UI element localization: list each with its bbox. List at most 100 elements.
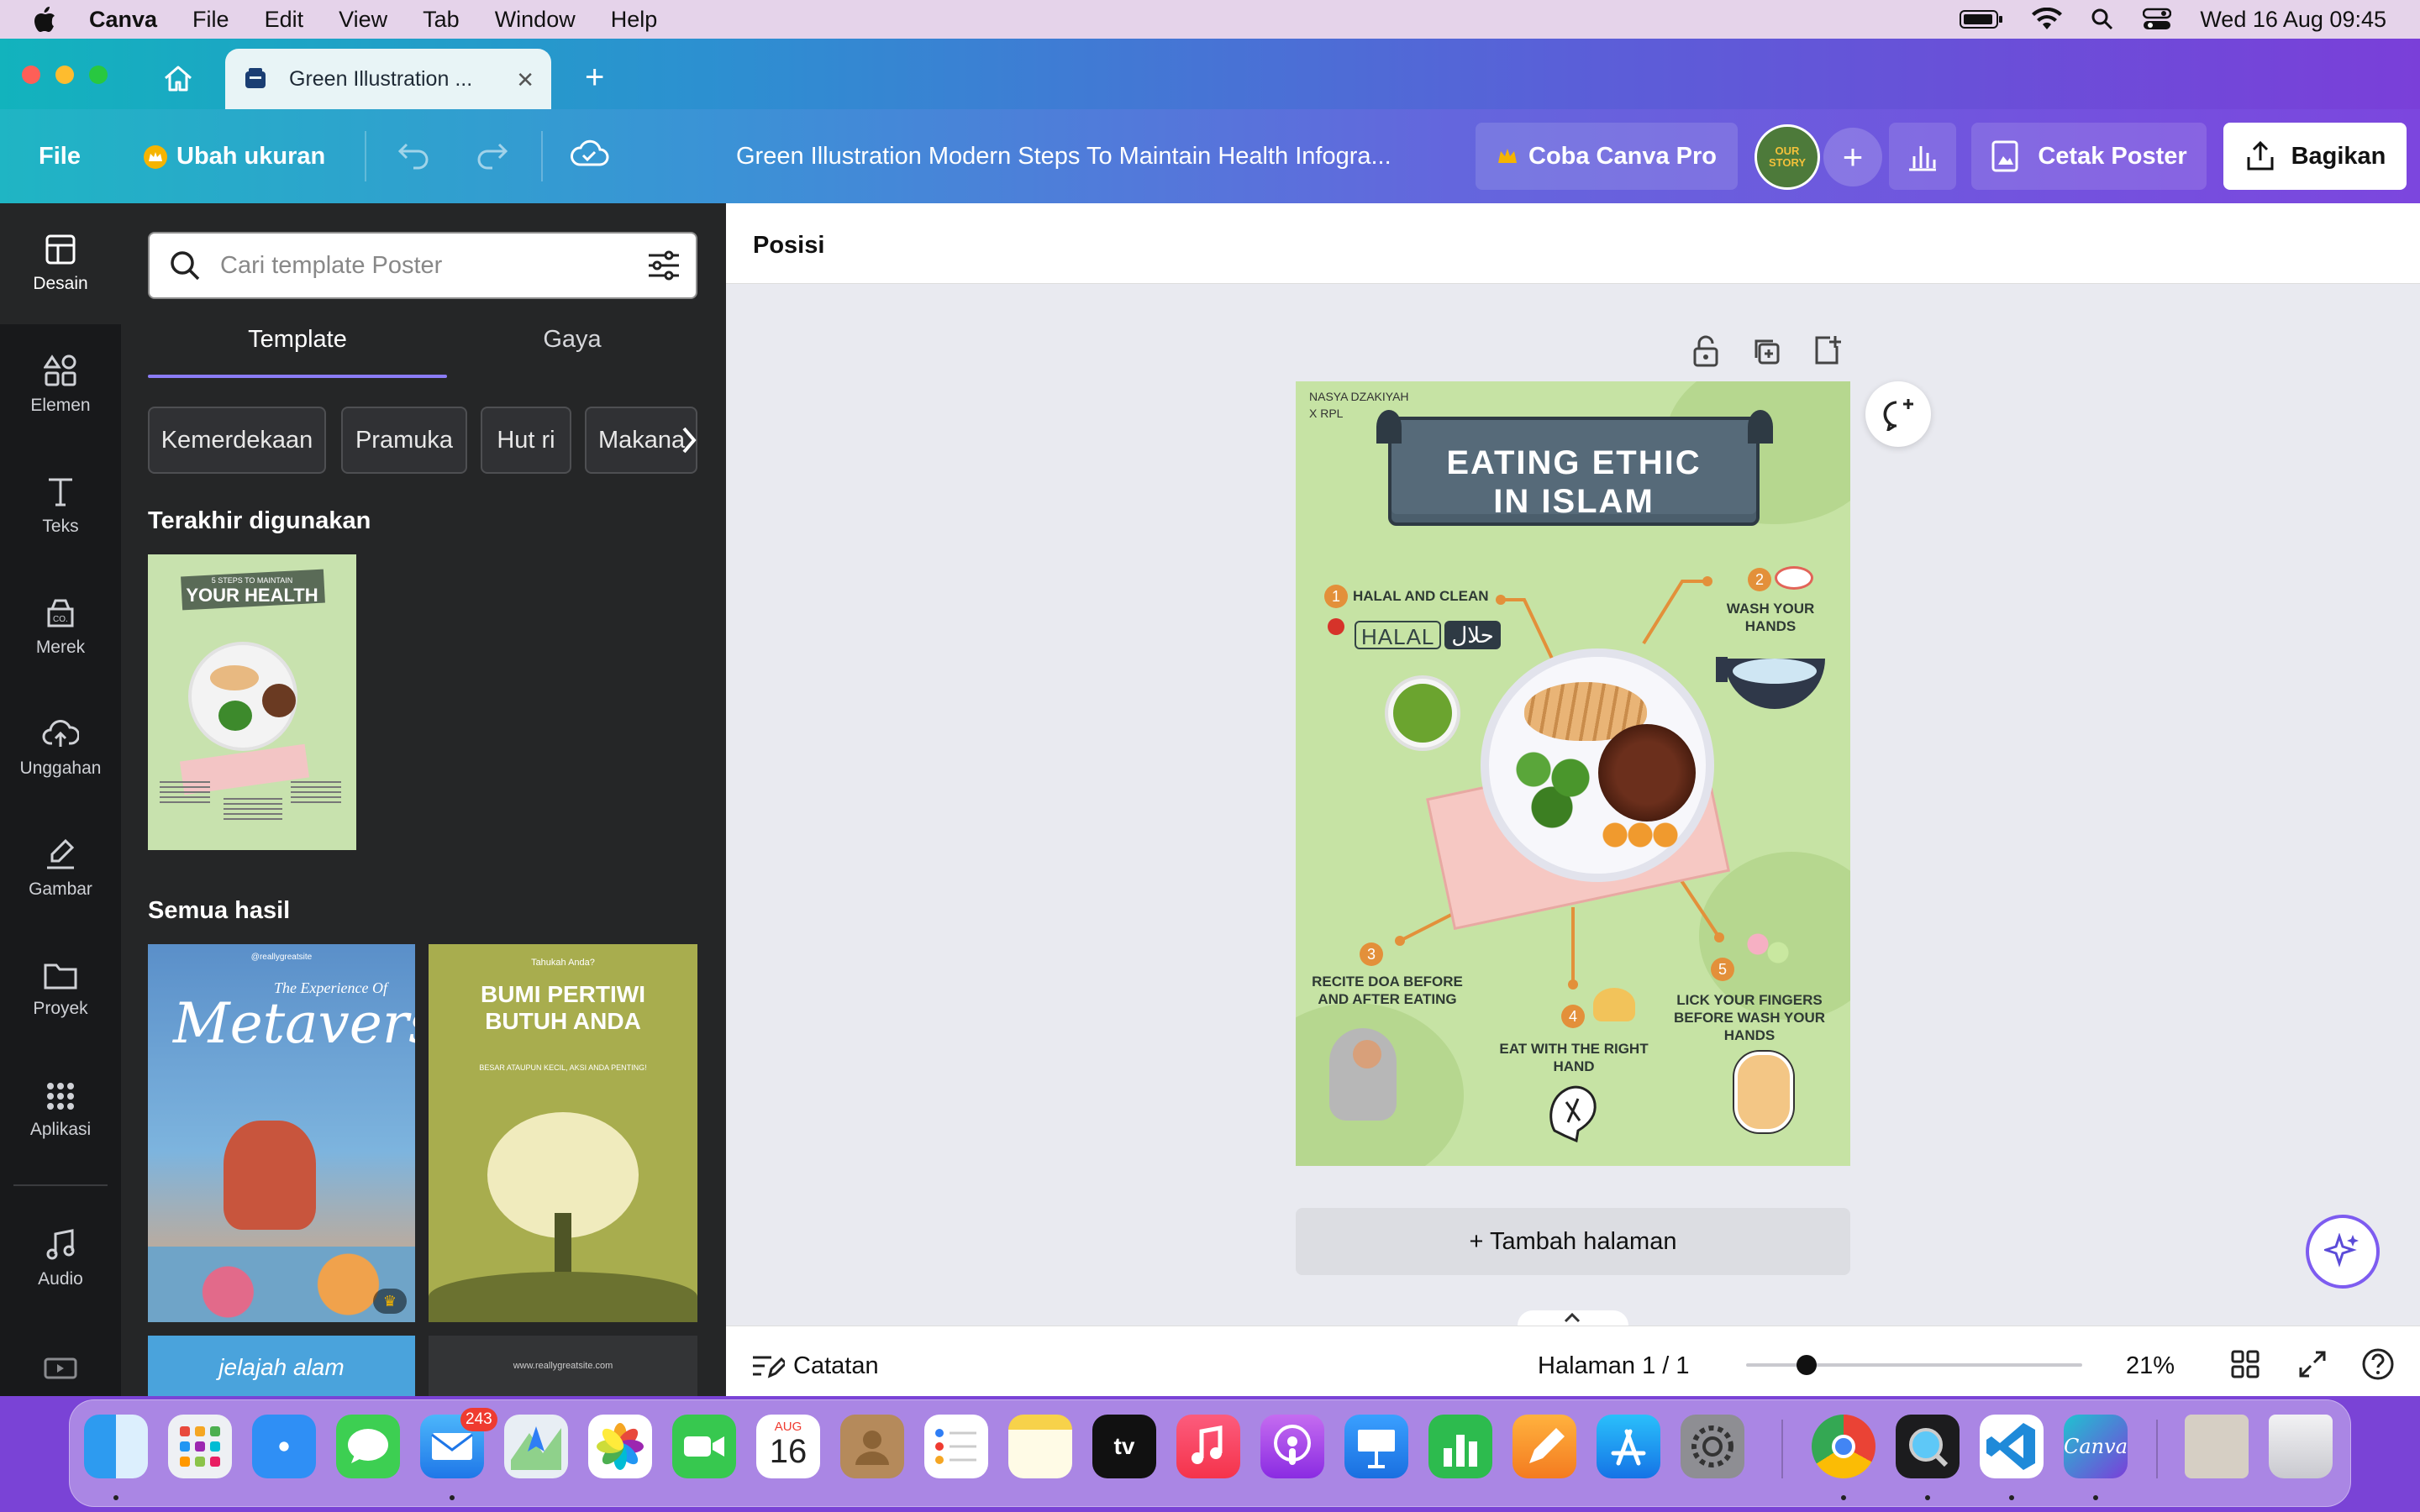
menu-view[interactable]: View: [339, 7, 387, 33]
apple-icon[interactable]: [32, 5, 57, 34]
menu-edit[interactable]: Edit: [265, 7, 304, 33]
reminders-icon[interactable]: [924, 1415, 988, 1478]
page-indicator[interactable]: Halaman 1 / 1: [1538, 1352, 1690, 1380]
chip-pramuka[interactable]: Pramuka: [341, 407, 467, 474]
lock-icon[interactable]: [1691, 334, 1721, 368]
keynote-icon[interactable]: [1344, 1415, 1408, 1478]
rail-apps[interactable]: Aplikasi: [0, 1050, 121, 1171]
share-button[interactable]: Bagikan: [2223, 123, 2407, 190]
chevron-right-icon[interactable]: [677, 423, 701, 457]
notes-icon[interactable]: [751, 1352, 785, 1379]
battery-icon[interactable]: [1960, 9, 2003, 29]
chip-kemerdekaan[interactable]: Kemerdekaan: [148, 407, 326, 474]
rail-text[interactable]: Teks: [0, 445, 121, 566]
grid-view-icon[interactable]: [2230, 1349, 2260, 1379]
notes-button[interactable]: Catatan: [793, 1352, 879, 1380]
template-search-input[interactable]: Cari template Poster: [148, 232, 697, 299]
insights-button[interactable]: [1889, 123, 1956, 190]
pages-icon[interactable]: [1512, 1415, 1576, 1478]
podcasts-icon[interactable]: [1260, 1415, 1324, 1478]
chip-hut-ri[interactable]: Hut ri: [481, 407, 571, 474]
finder-icon[interactable]: [84, 1415, 148, 1478]
launchpad-icon[interactable]: [168, 1415, 232, 1478]
messages-icon[interactable]: [336, 1415, 400, 1478]
add-page-button[interactable]: + Tambah halaman: [1296, 1208, 1850, 1275]
poster-halal-badge: HALAL حلال: [1355, 618, 1523, 652]
window-zoom-button[interactable]: [89, 66, 108, 84]
browser-tab-active[interactable]: Green Illustration ... ✕: [225, 49, 551, 109]
new-tab-button[interactable]: +: [585, 59, 604, 97]
tab-style[interactable]: Gaya: [447, 326, 697, 354]
calendar-icon[interactable]: AUG 16: [756, 1415, 820, 1478]
fullscreen-icon[interactable]: [2297, 1349, 2328, 1379]
menu-window[interactable]: Window: [495, 7, 576, 33]
spotlight-search-icon[interactable]: [2091, 8, 2114, 31]
rail-brand[interactable]: CO. Merek: [0, 566, 121, 687]
zoom-level[interactable]: 21%: [2124, 1352, 2176, 1380]
menu-file[interactable]: File: [192, 7, 229, 33]
app-store-icon[interactable]: [1597, 1415, 1660, 1478]
menu-app-name[interactable]: Canva: [89, 7, 157, 33]
add-comment-button[interactable]: [1865, 381, 1931, 447]
magic-assistant-button[interactable]: [2306, 1215, 2380, 1289]
cloud-saved-icon[interactable]: [568, 138, 610, 171]
rail-design[interactable]: Desain: [0, 203, 121, 324]
rail-projects[interactable]: Proyek: [0, 929, 121, 1050]
invite-member-button[interactable]: +: [1823, 128, 1882, 186]
facetime-icon[interactable]: [672, 1415, 736, 1478]
contacts-icon[interactable]: [840, 1415, 904, 1478]
window-minimize-button[interactable]: [55, 66, 74, 84]
notes-app-icon[interactable]: [1008, 1415, 1072, 1478]
add-page-icon[interactable]: [1812, 334, 1842, 366]
rail-audio[interactable]: Audio: [0, 1198, 121, 1319]
music-app-icon[interactable]: [1176, 1415, 1240, 1478]
tab-template[interactable]: Template: [148, 326, 447, 354]
zoom-slider-thumb[interactable]: [1797, 1355, 1817, 1375]
avatar[interactable]: OUR STORY: [1754, 124, 1820, 190]
duplicate-page-icon[interactable]: [1751, 336, 1781, 366]
step-number-badge: 5: [1711, 958, 1734, 981]
photos-icon[interactable]: [588, 1415, 652, 1478]
result-tagline: BESAR ATAUPUN KECIL, AKSI ANDA PENTING!: [479, 1063, 647, 1072]
menu-tab[interactable]: Tab: [423, 7, 460, 33]
filter-icon[interactable]: [647, 250, 681, 281]
menubar-clock[interactable]: Wed 16 Aug 09:45: [2200, 7, 2386, 33]
numbers-icon[interactable]: [1428, 1415, 1492, 1478]
resize-button[interactable]: Ubah ukuran: [143, 143, 325, 171]
window-close-button[interactable]: [22, 66, 40, 84]
template-result-metaverse[interactable]: @reallygreatsite The Experience Of Metav…: [148, 944, 415, 1322]
canva-app-icon[interactable]: Canva: [2064, 1415, 2128, 1478]
chevron-up-icon[interactable]: [1563, 1312, 1581, 1324]
wifi-icon[interactable]: [2032, 8, 2063, 31]
undo-icon[interactable]: [395, 138, 434, 171]
print-poster-button[interactable]: Cetak Poster: [1971, 123, 2207, 190]
quicktime-icon[interactable]: [1896, 1415, 1960, 1478]
try-canva-pro-button[interactable]: Coba Canva Pro: [1476, 123, 1738, 190]
rail-elements[interactable]: Elemen: [0, 324, 121, 445]
rail-uploads[interactable]: Unggahan: [0, 687, 121, 808]
recent-template-thumbnail[interactable]: 5 STEPS TO MAINTAIN YOUR HEALTH: [148, 554, 356, 850]
position-button[interactable]: Posisi: [753, 232, 824, 260]
template-result-bumi-pertiwi[interactable]: Tahukah Anda? BUMI PERTIWI BUTUH ANDA BE…: [429, 944, 697, 1322]
template-result-dark[interactable]: www.reallygreatsite.com: [429, 1336, 697, 1396]
safari-icon[interactable]: [252, 1415, 316, 1478]
template-result-jelajah-alam[interactable]: jelajah alam: [148, 1336, 415, 1396]
trash-icon[interactable]: [2269, 1415, 2333, 1478]
rail-draw[interactable]: Gambar: [0, 808, 121, 929]
downloads-stack-icon[interactable]: [2185, 1415, 2249, 1478]
video-icon[interactable]: [44, 1356, 77, 1381]
vscode-icon[interactable]: [1980, 1415, 2044, 1478]
menu-help[interactable]: Help: [611, 7, 658, 33]
control-center-icon[interactable]: [2143, 8, 2172, 31]
file-menu-button[interactable]: File: [39, 143, 81, 171]
document-title[interactable]: Green Illustration Modern Steps To Maint…: [736, 143, 1392, 171]
home-icon[interactable]: [161, 62, 195, 96]
close-tab-icon[interactable]: ✕: [516, 67, 534, 93]
chrome-icon[interactable]: [1812, 1415, 1876, 1478]
apple-tv-icon[interactable]: tv: [1092, 1415, 1156, 1478]
maps-icon[interactable]: [504, 1415, 568, 1478]
poster-page[interactable]: NASYA DZAKIYAH X RPL EATING ETHIC IN ISL…: [1296, 381, 1850, 1166]
system-settings-icon[interactable]: [1681, 1415, 1744, 1478]
redo-icon[interactable]: [472, 138, 511, 171]
help-icon[interactable]: [2361, 1347, 2395, 1381]
